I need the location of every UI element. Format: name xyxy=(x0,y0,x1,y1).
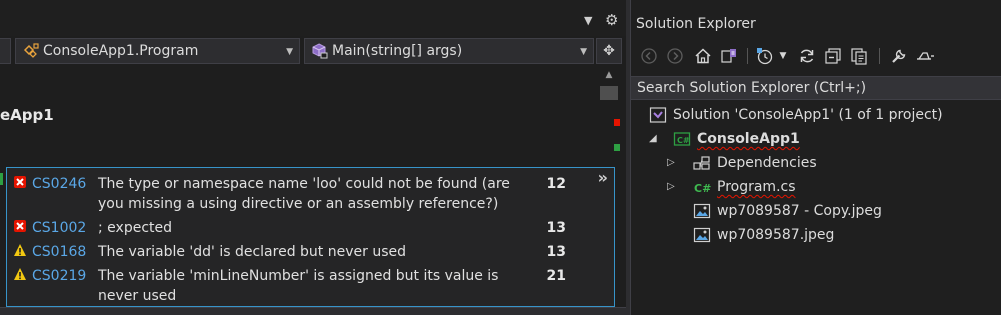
editor-bottom-bar xyxy=(0,307,626,315)
image-file-icon xyxy=(693,202,711,220)
split-window-button[interactable]: ✥ xyxy=(596,38,622,64)
class-dropdown[interactable]: ConsoleApp1.Program ▼ xyxy=(15,38,300,64)
back-icon[interactable] xyxy=(639,46,659,66)
warning-line-number: 21 xyxy=(546,268,566,284)
csharp-file-icon: C# xyxy=(693,178,711,196)
panel-title: Solution Explorer xyxy=(636,16,756,32)
navigation-bar: ConsoleApp1.Program ▼ Main(string[] args… xyxy=(0,38,626,64)
error-list-popup[interactable]: » CS0246 The type or namespace name 'loo… xyxy=(6,167,615,307)
tree-item-label: wp7089587 - Copy.jpeg xyxy=(717,203,882,219)
warning-row[interactable]: CS0219 The variable 'minLineNumber' is a… xyxy=(7,264,587,306)
solution-explorer-panel: Solution Explorer ▼ Search Solution Expl… xyxy=(630,0,1001,315)
tree-item-label: wp7089587.jpeg xyxy=(717,227,835,243)
collapse-all-icon[interactable] xyxy=(823,46,843,66)
svg-text:C#: C# xyxy=(677,136,690,145)
toolbar-separator xyxy=(879,48,880,64)
class-dropdown-label: ConsoleApp1.Program xyxy=(43,43,199,59)
search-placeholder: Search Solution Explorer (Ctrl+;) xyxy=(637,80,867,96)
error-scroll-marker xyxy=(614,119,620,126)
solution-explorer-toolbar: ▼ xyxy=(631,40,1001,72)
error-row[interactable]: CS0246 The type or namespace name 'loo' … xyxy=(7,172,587,214)
change-marker xyxy=(0,173,3,185)
warning-line-number: 13 xyxy=(546,244,566,260)
tree-item-image[interactable]: wp7089587 - Copy.jpeg xyxy=(693,199,882,223)
method-icon xyxy=(311,42,329,60)
error-code-link[interactable]: CS1002 xyxy=(32,218,86,238)
preview-selected-items-icon[interactable] xyxy=(915,46,935,66)
project-dropdown[interactable] xyxy=(0,38,11,64)
forward-icon[interactable] xyxy=(665,46,685,66)
solution-explorer-search[interactable]: Search Solution Explorer (Ctrl+;) xyxy=(631,76,1001,100)
image-file-icon xyxy=(693,226,711,244)
tree-item-project[interactable]: C# ConsoleApp1 xyxy=(673,127,800,151)
expand-icon[interactable]: ▷ xyxy=(667,181,677,192)
chevron-down-icon: ▼ xyxy=(580,47,587,57)
pending-changes-filter-icon[interactable] xyxy=(755,46,775,66)
warning-row[interactable]: CS0168 The variable 'dd' is declared but… xyxy=(7,240,587,262)
error-line-number: 13 xyxy=(546,220,566,236)
home-icon[interactable] xyxy=(693,46,713,66)
properties-wrench-icon[interactable] xyxy=(889,46,909,66)
warning-icon xyxy=(13,243,27,257)
warning-code-link[interactable]: CS0219 xyxy=(32,266,86,286)
error-line-number: 12 xyxy=(546,176,566,192)
class-icon xyxy=(22,42,40,60)
toolbar-separator xyxy=(747,48,748,64)
error-code-link[interactable]: CS0246 xyxy=(32,174,86,194)
expand-icon[interactable]: ▷ xyxy=(667,157,677,168)
code-editor[interactable]: ▼ ⚙ ConsoleApp1.Program ▼ Main(string[] … xyxy=(0,0,626,315)
switch-views-icon[interactable] xyxy=(719,46,739,66)
gear-icon[interactable]: ⚙ xyxy=(605,12,621,28)
error-message: The type or namespace name 'loo' could n… xyxy=(98,176,510,212)
dependencies-icon xyxy=(693,154,711,172)
tree-item-image[interactable]: wp7089587.jpeg xyxy=(693,223,834,247)
tree-item-dependencies[interactable]: Dependencies xyxy=(693,151,817,175)
csharp-project-icon: C# xyxy=(673,130,691,148)
warning-message: The variable 'minLineNumber' is assigned… xyxy=(98,268,499,304)
tree-item-program[interactable]: C# Program.cs xyxy=(693,175,796,199)
member-dropdown[interactable]: Main(string[] args) ▼ xyxy=(304,38,594,64)
code-fragment: eApp1 xyxy=(0,106,54,124)
error-message: ; expected xyxy=(98,220,173,236)
warning-icon xyxy=(13,267,27,281)
show-all-files-icon[interactable] xyxy=(849,46,869,66)
scrollbar-thumb[interactable] xyxy=(600,86,618,100)
warning-message: The variable 'dd' is declared but never … xyxy=(98,244,406,260)
collapse-icon[interactable]: ◢ xyxy=(649,133,659,144)
tree-item-label: Solution 'ConsoleApp1' (1 of 1 project) xyxy=(673,107,943,123)
svg-text:C#: C# xyxy=(694,182,711,195)
tree-item-solution[interactable]: Solution 'ConsoleApp1' (1 of 1 project) xyxy=(649,103,943,127)
tree-item-label: Dependencies xyxy=(717,155,817,171)
scroll-up-icon[interactable]: ▲ xyxy=(602,70,616,84)
sync-icon[interactable] xyxy=(797,46,817,66)
chevron-down-icon: ▼ xyxy=(286,47,293,57)
editor-tab-strip xyxy=(0,0,626,36)
error-icon xyxy=(13,219,27,233)
error-row[interactable]: CS1002 ; expected 13 xyxy=(7,216,587,238)
tree-item-label: Program.cs xyxy=(717,179,796,195)
warning-code-link[interactable]: CS0168 xyxy=(32,242,86,262)
member-dropdown-label: Main(string[] args) xyxy=(332,43,463,59)
tree-item-label: ConsoleApp1 xyxy=(697,131,800,147)
chevron-down-icon[interactable]: ▼ xyxy=(777,46,789,66)
solution-icon xyxy=(649,106,667,124)
error-icon xyxy=(13,175,27,189)
change-scroll-marker xyxy=(614,144,620,151)
expand-popup-button[interactable]: » xyxy=(598,168,608,187)
tab-list-dropdown-icon[interactable]: ▼ xyxy=(584,14,596,28)
